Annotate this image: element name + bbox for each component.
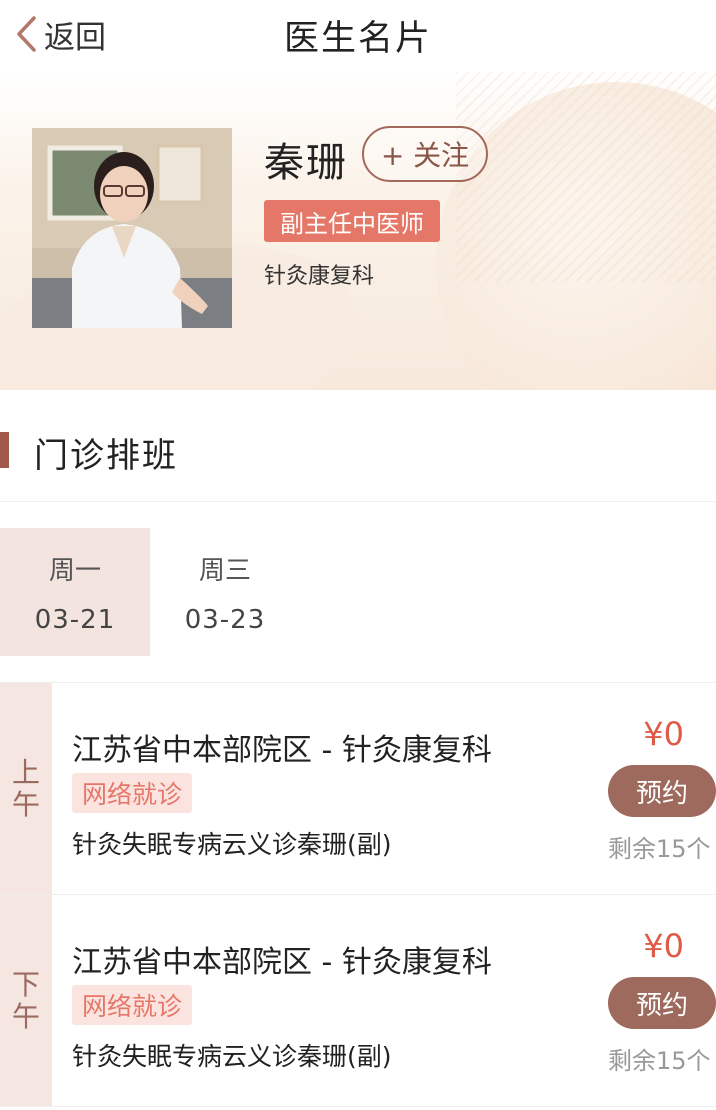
tab-date: 03-23 xyxy=(184,604,266,635)
period-char: 午 xyxy=(11,999,40,1033)
period-char: 上 xyxy=(11,755,40,789)
tab-day: 周三 xyxy=(198,555,251,586)
service-name: 针灸失眠专病云义诊秦珊(副) xyxy=(72,830,392,859)
period-char: 午 xyxy=(11,787,40,821)
book-button[interactable]: 预约 xyxy=(608,765,716,817)
follow-label: + 关注 xyxy=(380,139,470,172)
price: ¥0 xyxy=(643,927,684,965)
visit-mode-badge: 网络就诊 xyxy=(72,985,193,1025)
period-label: 上 午 xyxy=(0,683,52,894)
doctor-department: 针灸康复科 xyxy=(264,264,375,289)
schedule-list: 上 午 江苏省中本部院区 - 针灸康复科 网络就诊 针灸失眠专病云义诊秦珊(副)… xyxy=(0,682,716,1107)
decorative-stripes xyxy=(456,72,716,282)
tab-day: 周一 xyxy=(48,555,101,586)
doctor-name: 秦珊 xyxy=(264,140,348,186)
period-char: 下 xyxy=(11,967,40,1001)
schedule-slot-afternoon: 下 午 江苏省中本部院区 - 针灸康复科 网络就诊 针灸失眠专病云义诊秦珊(副)… xyxy=(0,895,716,1107)
date-tabs: 周一 03-21 周三 03-23 xyxy=(0,528,716,656)
schedule-slot-morning: 上 午 江苏省中本部院区 - 针灸康复科 网络就诊 针灸失眠专病云义诊秦珊(副)… xyxy=(0,683,716,895)
clinic-location: 江苏省中本部院区 - 针灸康复科 xyxy=(72,733,492,768)
page-title: 医生名片 xyxy=(283,19,432,59)
service-name: 针灸失眠专病云义诊秦珊(副) xyxy=(72,1042,392,1071)
tab-date: 03-21 xyxy=(34,604,116,635)
doctor-card: 秦珊 + 关注 副主任中医师 针灸康复科 xyxy=(0,72,716,390)
tab-monday[interactable]: 周一 03-21 xyxy=(0,528,150,656)
schedule-section-header: 门诊排班 xyxy=(0,390,716,502)
tab-wednesday[interactable]: 周三 03-23 xyxy=(150,528,300,656)
doctor-title-badge: 副主任中医师 xyxy=(264,200,440,242)
remaining-count: 剩余15个 xyxy=(608,1047,711,1075)
follow-button[interactable]: + 关注 xyxy=(362,126,488,182)
clinic-location: 江苏省中本部院区 - 针灸康复科 xyxy=(72,945,492,980)
visit-mode-badge: 网络就诊 xyxy=(72,773,193,813)
doctor-photo xyxy=(32,128,232,328)
price: ¥0 xyxy=(643,715,684,753)
period-label: 下 午 xyxy=(0,895,52,1106)
remaining-count: 剩余15个 xyxy=(608,835,711,863)
book-button[interactable]: 预约 xyxy=(608,977,716,1029)
section-accent-bar xyxy=(0,432,9,468)
section-title: 门诊排班 xyxy=(34,436,178,476)
nav-bar: 返回 医生名片 xyxy=(0,0,716,72)
